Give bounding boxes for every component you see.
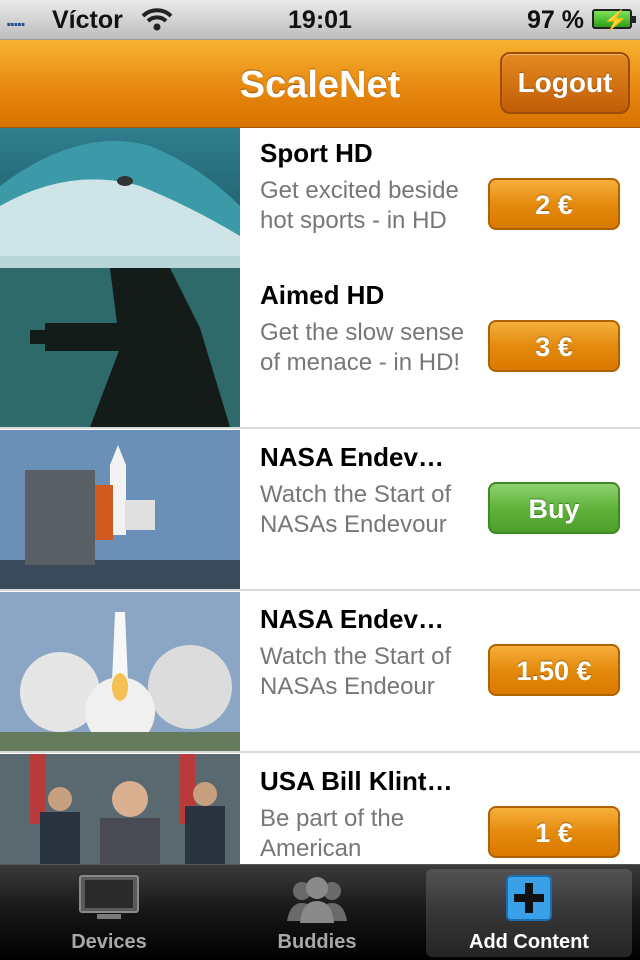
tab-add-content[interactable]: Add Content: [426, 869, 632, 957]
tab-buddies[interactable]: Buddies: [214, 869, 420, 957]
item-description: Be part of the American: [260, 805, 405, 862]
item-description: Get the slow sense of menace - in HD!: [260, 319, 465, 376]
thumbnail-image: [0, 268, 240, 427]
tab-label: Add Content: [469, 931, 589, 953]
list-item[interactable]: Sport HD Get excited beside hot sports -…: [0, 128, 640, 287]
tab-devices[interactable]: Devices: [6, 869, 212, 957]
status-bar: ..... Víctor 19:01 97 % ⚡: [0, 0, 640, 40]
logout-button[interactable]: Logout: [500, 52, 630, 114]
item-title: Sport HD: [260, 138, 373, 168]
tab-bar: Devices Buddies Add Content: [0, 864, 640, 960]
thumbnail-image: [0, 592, 240, 751]
item-title: NASA Endev…: [260, 604, 444, 634]
item-title: Aimed HD: [260, 280, 385, 310]
item-description: Watch the Start of NASAs Endevour: [260, 481, 452, 538]
battery-charging-icon: ⚡: [592, 9, 636, 32]
buy-button[interactable]: Buy: [488, 482, 620, 534]
content-list[interactable]: Sport HD Get excited beside hot sports -…: [0, 128, 640, 864]
item-description: Watch the Start of NASAs Endeour: [260, 643, 452, 700]
thumbnail-image: [0, 430, 240, 589]
price-button[interactable]: 1.50 €: [488, 644, 620, 696]
item-title: USA Bill Klint…: [260, 766, 453, 796]
add-plus-icon: [506, 875, 552, 921]
tv-icon: [79, 875, 139, 919]
tab-label: Devices: [71, 931, 147, 953]
list-item[interactable]: Aimed HD Get the slow sense of menace - …: [0, 268, 640, 429]
list-item[interactable]: USA Bill Klint… Be part of the American …: [0, 754, 640, 864]
price-button[interactable]: 3 €: [488, 320, 620, 372]
thumbnail-image: [0, 128, 240, 285]
item-description: Get excited beside hot sports - in HD: [260, 177, 459, 234]
navigation-bar: ScaleNet Logout: [0, 40, 640, 128]
tab-label: Buddies: [277, 931, 357, 953]
list-item[interactable]: NASA Endev… Watch the Start of NASAs End…: [0, 592, 640, 753]
battery-percent: 97 %: [527, 6, 584, 34]
list-item[interactable]: NASA Endev… Watch the Start of NASAs End…: [0, 430, 640, 591]
price-button[interactable]: 2 €: [488, 178, 620, 230]
thumbnail-image: [0, 754, 240, 864]
people-icon: [287, 877, 347, 923]
price-button[interactable]: 1 €: [488, 806, 620, 858]
item-title: NASA Endev…: [260, 442, 444, 472]
